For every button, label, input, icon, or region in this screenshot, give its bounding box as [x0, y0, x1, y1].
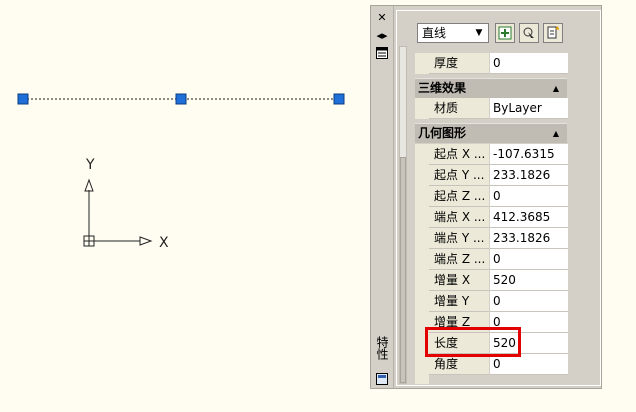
property-value[interactable]: 0 — [490, 53, 568, 74]
palette-title: 特性 — [375, 336, 389, 360]
property-name: 增量 Y — [429, 291, 489, 312]
palette-titlebar[interactable]: ✕ ◂▸ 特性 — [371, 6, 394, 388]
property-row-end-z[interactable]: 端点 Z ... 0 — [429, 249, 599, 270]
row-indent — [415, 98, 429, 119]
property-value[interactable]: 0 — [490, 186, 568, 207]
property-name: 起点 Z ... — [429, 186, 489, 207]
toggle-pickadd-button[interactable] — [495, 23, 515, 43]
grip-start[interactable] — [17, 93, 29, 105]
row-indent — [415, 53, 429, 74]
property-name: 端点 X ... — [429, 207, 489, 228]
property-value[interactable]: 233.1826 — [490, 165, 568, 186]
collapse-up-icon[interactable]: ▲ — [553, 124, 559, 143]
property-value: 0 — [490, 354, 568, 375]
property-row-start-x[interactable]: 起点 X ... -107.6315 — [429, 144, 599, 165]
object-type-select[interactable]: 直线 ▼ — [417, 23, 489, 43]
property-row-material[interactable]: 材质 ByLayer — [429, 98, 599, 119]
property-row-start-y[interactable]: 起点 Y ... 233.1826 — [429, 165, 599, 186]
property-name: 材质 — [429, 98, 489, 119]
collapse-up-icon[interactable]: ▲ — [553, 79, 559, 98]
category-title: 几何图形 — [418, 126, 467, 140]
property-name: 厚度 — [429, 53, 489, 74]
property-row-end-x[interactable]: 端点 X ... 412.3685 — [429, 207, 599, 228]
object-type-value: 直线 — [422, 26, 447, 40]
select-objects-button[interactable] — [519, 23, 539, 43]
category-3d-effects[interactable]: 三维效果 ▲ — [415, 78, 567, 98]
property-name: 起点 X ... — [429, 144, 489, 165]
category-title: 三维效果 — [418, 81, 467, 95]
ucs-y-label: Y — [85, 157, 95, 173]
property-row-end-y[interactable]: 端点 Y ... 233.1826 — [429, 228, 599, 249]
property-name: 角度 — [429, 354, 489, 375]
property-row-delta-x[interactable]: 增量 X 520 — [429, 270, 599, 291]
property-value[interactable]: 412.3685 — [490, 207, 568, 228]
scrollbar-thumb[interactable] — [400, 157, 406, 383]
property-name: 端点 Z ... — [429, 249, 489, 270]
grip-end[interactable] — [333, 93, 345, 105]
ucs-x-label: X — [159, 235, 169, 251]
property-row-delta-y[interactable]: 增量 Y 0 — [429, 291, 599, 312]
property-name: 端点 Y ... — [429, 228, 489, 249]
property-value[interactable]: 0 — [490, 249, 568, 270]
category-geometry[interactable]: 几何图形 ▲ — [415, 123, 567, 143]
property-row-angle[interactable]: 角度 0 — [429, 354, 599, 375]
grip-mid[interactable] — [175, 93, 187, 105]
palette-settings-icon[interactable] — [375, 372, 389, 386]
property-value[interactable]: -107.6315 — [490, 144, 568, 165]
palette-scrollbar[interactable] — [399, 46, 407, 384]
property-name: 起点 Y ... — [429, 165, 489, 186]
ucs-icon — [83, 178, 153, 247]
close-icon[interactable]: ✕ — [375, 10, 389, 24]
property-value[interactable]: 233.1826 — [490, 228, 568, 249]
palette-properties-icon[interactable] — [375, 46, 389, 60]
quick-select-button[interactable] — [543, 23, 563, 43]
property-value[interactable]: ByLayer — [490, 98, 568, 119]
property-name: 增量 X — [429, 270, 489, 291]
property-value: 0 — [490, 291, 568, 312]
property-row-start-z[interactable]: 起点 Z ... 0 — [429, 186, 599, 207]
chevron-down-icon: ▼ — [475, 28, 483, 38]
length-highlight-box — [425, 327, 521, 357]
property-row-thickness[interactable]: 厚度 0 — [429, 53, 599, 74]
auto-hide-icon[interactable]: ◂▸ — [375, 28, 389, 42]
property-value: 520 — [490, 270, 568, 291]
